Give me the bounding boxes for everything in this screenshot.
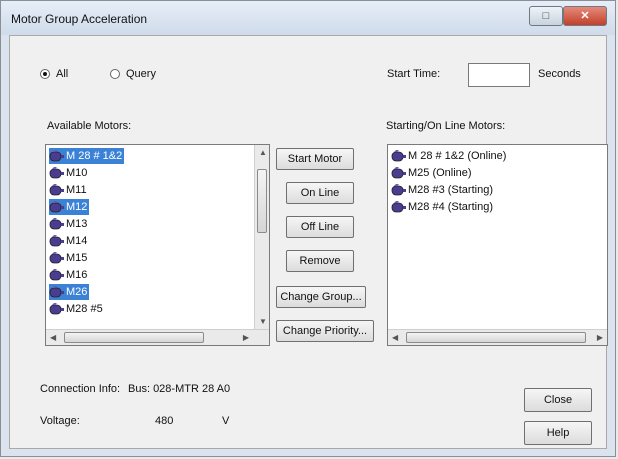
window-help-icon: □	[542, 10, 550, 22]
list-item-label: M10	[66, 167, 88, 180]
radio-query-label: Query	[126, 68, 156, 80]
available-motor-item[interactable]: M 28 # 1&2	[49, 148, 125, 164]
connection-info-label: Connection Info:	[40, 383, 121, 395]
motor-icon	[49, 268, 65, 282]
list-item-label: M 28 # 1&2 (Online)	[408, 150, 507, 163]
starting-horizontal-scrollbar[interactable]: ◀ ▶	[388, 329, 607, 345]
motor-icon	[49, 200, 65, 214]
starting-motor-item[interactable]: M25 (Online)	[391, 165, 474, 181]
scroll-down-icon[interactable]: ▼	[259, 317, 267, 326]
list-item-label: M16	[66, 269, 88, 282]
available-vertical-scrollbar[interactable]: ▲ ▼	[254, 145, 269, 329]
motor-icon	[49, 251, 65, 265]
list-item-label: M28 #3 (Starting)	[408, 184, 493, 197]
list-item-label: M28 #4 (Starting)	[408, 201, 493, 214]
available-horizontal-scrollbar[interactable]: ◀ ▶	[46, 329, 269, 345]
list-item-label: M 28 # 1&2	[66, 150, 123, 163]
off-line-button[interactable]: Off Line	[286, 216, 354, 238]
list-item-label: M15	[66, 252, 88, 265]
radio-all-label: All	[56, 68, 69, 80]
scroll-left-icon[interactable]: ◀	[392, 333, 398, 342]
motor-icon	[49, 166, 65, 180]
starting-motor-item[interactable]: M 28 # 1&2 (Online)	[391, 148, 508, 164]
available-vscroll-thumb[interactable]	[257, 169, 267, 233]
change-priority-button[interactable]: Change Priority...	[276, 320, 374, 342]
scroll-left-icon[interactable]: ◀	[50, 333, 56, 342]
motor-icon	[391, 183, 407, 197]
window-help-button[interactable]: □	[529, 6, 563, 26]
list-item-label: M13	[66, 218, 88, 231]
help-button[interactable]: Help	[524, 421, 592, 445]
list-item-label: M14	[66, 235, 88, 248]
start-time-unit: Seconds	[538, 68, 581, 80]
radio-all-indicator[interactable]	[40, 69, 50, 79]
available-motor-item[interactable]: M28 #5	[49, 301, 105, 317]
motor-icon	[49, 302, 65, 316]
close-icon: ✕	[580, 10, 590, 22]
starting-motor-item[interactable]: M28 #4 (Starting)	[391, 199, 495, 215]
scroll-right-icon[interactable]: ▶	[597, 333, 603, 342]
available-motor-item[interactable]: M15	[49, 250, 89, 266]
motor-icon	[49, 149, 65, 163]
change-group-button[interactable]: Change Group...	[276, 286, 366, 308]
starting-motors-list[interactable]: M28 #4 (Starting) M28 #3 (Starting) M25 (O…	[387, 144, 608, 346]
remove-button[interactable]: Remove	[286, 250, 354, 272]
available-motor-item[interactable]: M26	[49, 284, 90, 300]
motor-icon	[49, 183, 65, 197]
connection-info-value: Bus: 028-MTR 28 A0	[128, 383, 231, 395]
voltage-unit: V	[222, 415, 230, 427]
start-time-label: Start Time:	[387, 68, 441, 80]
available-motor-item[interactable]: M13	[49, 216, 89, 232]
available-motors-label: Available Motors:	[47, 120, 132, 132]
motor-icon	[391, 149, 407, 163]
motor-icon	[49, 217, 65, 231]
starting-motor-item[interactable]: M28 #3 (Starting)	[391, 182, 495, 198]
scroll-right-icon[interactable]: ▶	[243, 333, 249, 342]
list-item-label: M28 #5	[66, 303, 103, 316]
motor-icon	[391, 200, 407, 214]
available-hscroll-thumb[interactable]	[64, 332, 204, 343]
radio-query-indicator[interactable]	[110, 69, 120, 79]
available-motor-item[interactable]: M14	[49, 233, 89, 249]
window-title: Motor Group Acceleration	[11, 12, 148, 26]
available-motors-list[interactable]: M28 #5 M26 M16 M15 M14 M13 M12 M11 M10 M 28 # 1&2…	[45, 144, 270, 346]
available-motor-item[interactable]: M11	[49, 182, 89, 198]
motor-icon	[391, 166, 407, 180]
motor-icon	[49, 234, 65, 248]
close-button[interactable]: Close	[524, 388, 592, 412]
voltage-value: 480	[155, 415, 174, 427]
voltage-label: Voltage:	[40, 415, 80, 427]
starting-hscroll-thumb[interactable]	[406, 332, 586, 343]
list-item-label: M12	[66, 201, 88, 214]
start-time-input[interactable]	[468, 63, 530, 87]
available-motor-item[interactable]: M10	[49, 165, 89, 181]
on-line-button[interactable]: On Line	[286, 182, 354, 204]
motor-icon	[49, 285, 65, 299]
window-close-button[interactable]: ✕	[563, 6, 607, 26]
list-item-label: M25 (Online)	[408, 167, 472, 180]
title-bar[interactable]: Motor Group Acceleration □ ✕	[1, 1, 615, 35]
available-motor-item[interactable]: M12	[49, 199, 90, 215]
dialog-body: All Query Start Time: Seconds Available …	[9, 35, 608, 449]
starting-motors-label: Starting/On Line Motors:	[386, 120, 506, 132]
available-motor-item[interactable]: M16	[49, 267, 89, 283]
list-item-label: M26	[66, 286, 88, 299]
scroll-up-icon[interactable]: ▲	[259, 148, 267, 157]
start-motor-button[interactable]: Start Motor	[276, 148, 354, 170]
dialog-window: Motor Group Acceleration □ ✕ All Query S…	[0, 0, 616, 457]
list-item-label: M11	[66, 184, 87, 197]
